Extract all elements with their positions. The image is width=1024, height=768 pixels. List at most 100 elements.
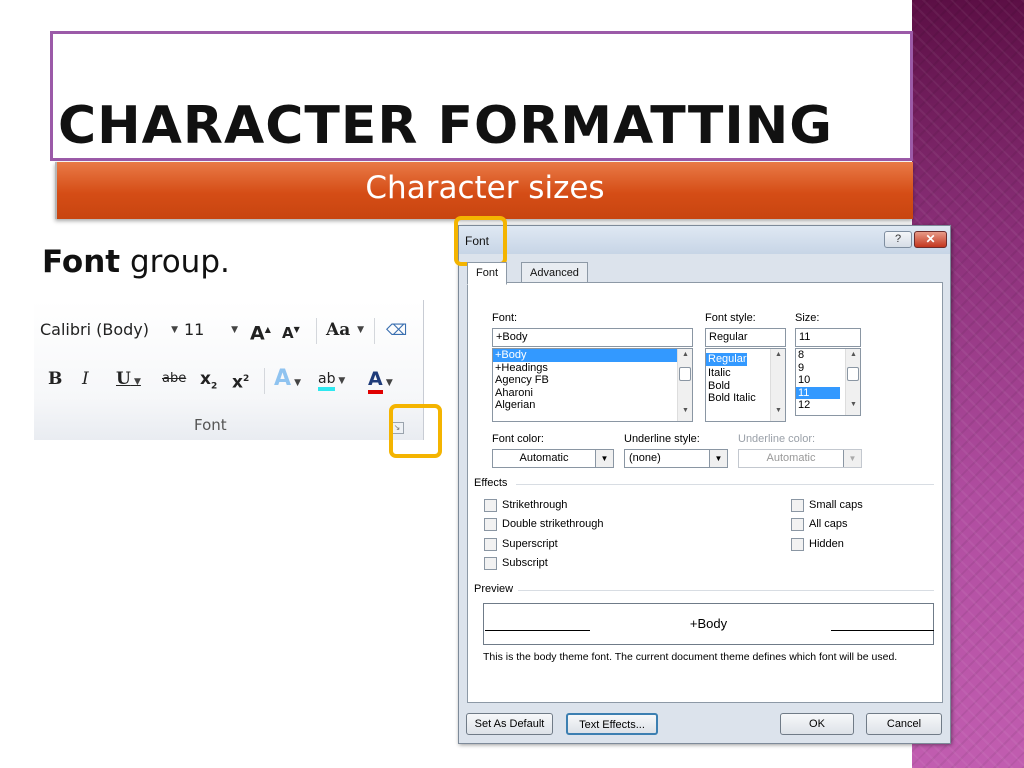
- checkbox-box[interactable]: [791, 499, 804, 512]
- underline-color-label: Underline color:: [738, 433, 816, 445]
- shrink-font-icon: A: [282, 324, 294, 342]
- slide-title: CHARACTER FORMATTING: [58, 96, 833, 156]
- preview-note: This is the body theme font. The current…: [483, 651, 898, 663]
- checkbox-box[interactable]: [484, 499, 497, 512]
- hidden-checkbox[interactable]: Hidden: [791, 538, 844, 552]
- highlight-ring-launcher: [389, 404, 442, 458]
- checkbox-box[interactable]: [484, 557, 497, 570]
- subscript-icon: x: [200, 369, 211, 389]
- scroll-up-icon[interactable]: ▲: [678, 351, 692, 363]
- scrollbar[interactable]: ▲ ▼: [845, 349, 860, 415]
- divider: [316, 318, 317, 344]
- list-item[interactable]: +Body: [493, 349, 692, 362]
- grow-font-icon: A: [250, 322, 265, 345]
- double-strikethrough-checkbox[interactable]: Double strikethrough: [484, 518, 604, 532]
- list-item[interactable]: Aharoni: [493, 387, 692, 400]
- font-name-combo[interactable]: Calibri (Body) ▼: [40, 316, 180, 344]
- ribbon-group-label: Font: [194, 416, 227, 434]
- small-caps-checkbox[interactable]: Small caps: [791, 499, 863, 513]
- help-button[interactable]: ?: [884, 231, 912, 248]
- bold-button[interactable]: B: [48, 366, 62, 392]
- underline-button[interactable]: U ▼: [116, 366, 141, 395]
- checkbox-box[interactable]: [791, 518, 804, 531]
- chevron-down-icon: ▼: [595, 450, 613, 467]
- scroll-down-icon[interactable]: ▼: [678, 407, 692, 419]
- font-style-list[interactable]: Regular Italic Bold Bold Italic ▲ ▼: [705, 348, 786, 422]
- tab-font[interactable]: Font: [467, 262, 508, 285]
- list-item[interactable]: +Headings: [493, 362, 692, 375]
- checkbox-label: Double strikethrough: [502, 518, 604, 530]
- font-color-value: Automatic: [519, 452, 569, 464]
- strikethrough-checkbox[interactable]: Strikethrough: [484, 499, 567, 513]
- divider: [518, 590, 934, 591]
- set-as-default-button[interactable]: Set As Default: [466, 713, 553, 735]
- font-style-input[interactable]: Regular: [705, 328, 786, 347]
- change-case-button[interactable]: Aa ▼: [326, 316, 366, 344]
- list-item[interactable]: Algerian: [493, 399, 692, 412]
- chevron-down-icon: ▼: [709, 450, 727, 467]
- list-item[interactable]: Regular: [706, 353, 747, 366]
- chevron-down-icon: ▼: [171, 325, 178, 335]
- chevron-down-icon: ▼: [843, 450, 861, 467]
- checkbox-box[interactable]: [791, 538, 804, 551]
- underline-icon: U: [116, 369, 131, 389]
- size-list[interactable]: 8 9 10 11 12 ▲ ▼: [795, 348, 861, 416]
- divider: [264, 368, 265, 394]
- font-size-combo[interactable]: 11 ▼: [184, 316, 240, 344]
- list-item[interactable]: 11: [796, 386, 840, 399]
- scroll-up-icon[interactable]: ▲: [771, 351, 785, 363]
- cancel-button[interactable]: Cancel: [866, 713, 942, 735]
- underline-style-select[interactable]: (none) ▼: [624, 449, 728, 468]
- superscript-button[interactable]: x2: [232, 366, 249, 396]
- preview-baseline: [831, 630, 934, 631]
- italic-button[interactable]: I: [82, 366, 89, 392]
- checkbox-label: Small caps: [809, 499, 863, 511]
- scroll-down-icon[interactable]: ▼: [771, 407, 785, 419]
- clear-formatting-button[interactable]: ⌫: [386, 316, 412, 344]
- preview-box: +Body: [483, 603, 934, 645]
- font-color-icon: A: [368, 368, 383, 394]
- chevron-down-icon: ▼: [357, 325, 364, 335]
- font-color-select[interactable]: Automatic ▼: [492, 449, 614, 468]
- underline-color-select[interactable]: Automatic ▼: [738, 449, 862, 468]
- all-caps-checkbox[interactable]: All caps: [791, 518, 848, 532]
- scroll-down-icon[interactable]: ▼: [846, 401, 860, 413]
- list-item[interactable]: Agency FB: [493, 374, 692, 387]
- ok-button[interactable]: OK: [780, 713, 854, 735]
- checkbox-box[interactable]: [484, 518, 497, 531]
- close-button[interactable]: ✕: [914, 231, 947, 248]
- font-list[interactable]: +Body +Headings Agency FB Aharoni Algeri…: [492, 348, 693, 422]
- text-effects-button[interactable]: A ▼: [274, 366, 301, 396]
- font-input[interactable]: +Body: [492, 328, 693, 347]
- subtitle-bar: Character sizes: [55, 162, 913, 219]
- underline-color-value: Automatic: [766, 452, 816, 464]
- highlight-ring-dialog-title: [454, 216, 507, 266]
- scroll-thumb[interactable]: [847, 367, 859, 381]
- superscript-checkbox[interactable]: Superscript: [484, 538, 558, 552]
- subscript-checkbox[interactable]: Subscript: [484, 557, 548, 571]
- bold-icon: B: [48, 369, 63, 389]
- shrink-font-button[interactable]: A▼: [282, 316, 304, 344]
- strikethrough-button[interactable]: abe: [162, 366, 186, 392]
- checkbox-label: Subscript: [502, 557, 548, 569]
- font-color-button[interactable]: A ▼: [368, 366, 393, 396]
- size-input[interactable]: 11: [795, 328, 861, 347]
- divider: [374, 318, 375, 344]
- change-case-icon: Aa: [326, 320, 351, 340]
- scrollbar[interactable]: ▲ ▼: [770, 349, 785, 421]
- preview-section: Preview: [474, 583, 934, 595]
- checkbox-box[interactable]: [484, 538, 497, 551]
- checkbox-label: Strikethrough: [502, 499, 568, 511]
- highlight-icon: ab: [318, 371, 336, 391]
- text-effects-button[interactable]: Text Effects...: [566, 713, 658, 735]
- scroll-up-icon[interactable]: ▲: [846, 351, 860, 363]
- subscript-button[interactable]: x2: [200, 366, 217, 399]
- highlight-button[interactable]: ab ▼: [318, 366, 345, 394]
- slide-subtitle: Character sizes: [365, 170, 605, 206]
- grow-font-button[interactable]: A▲: [250, 316, 272, 344]
- scrollbar[interactable]: ▲ ▼: [677, 349, 692, 421]
- scroll-thumb[interactable]: [679, 367, 691, 381]
- body-text-bold: Font: [42, 244, 121, 280]
- underline-style-label: Underline style:: [624, 433, 700, 445]
- tab-advanced[interactable]: Advanced: [521, 262, 588, 284]
